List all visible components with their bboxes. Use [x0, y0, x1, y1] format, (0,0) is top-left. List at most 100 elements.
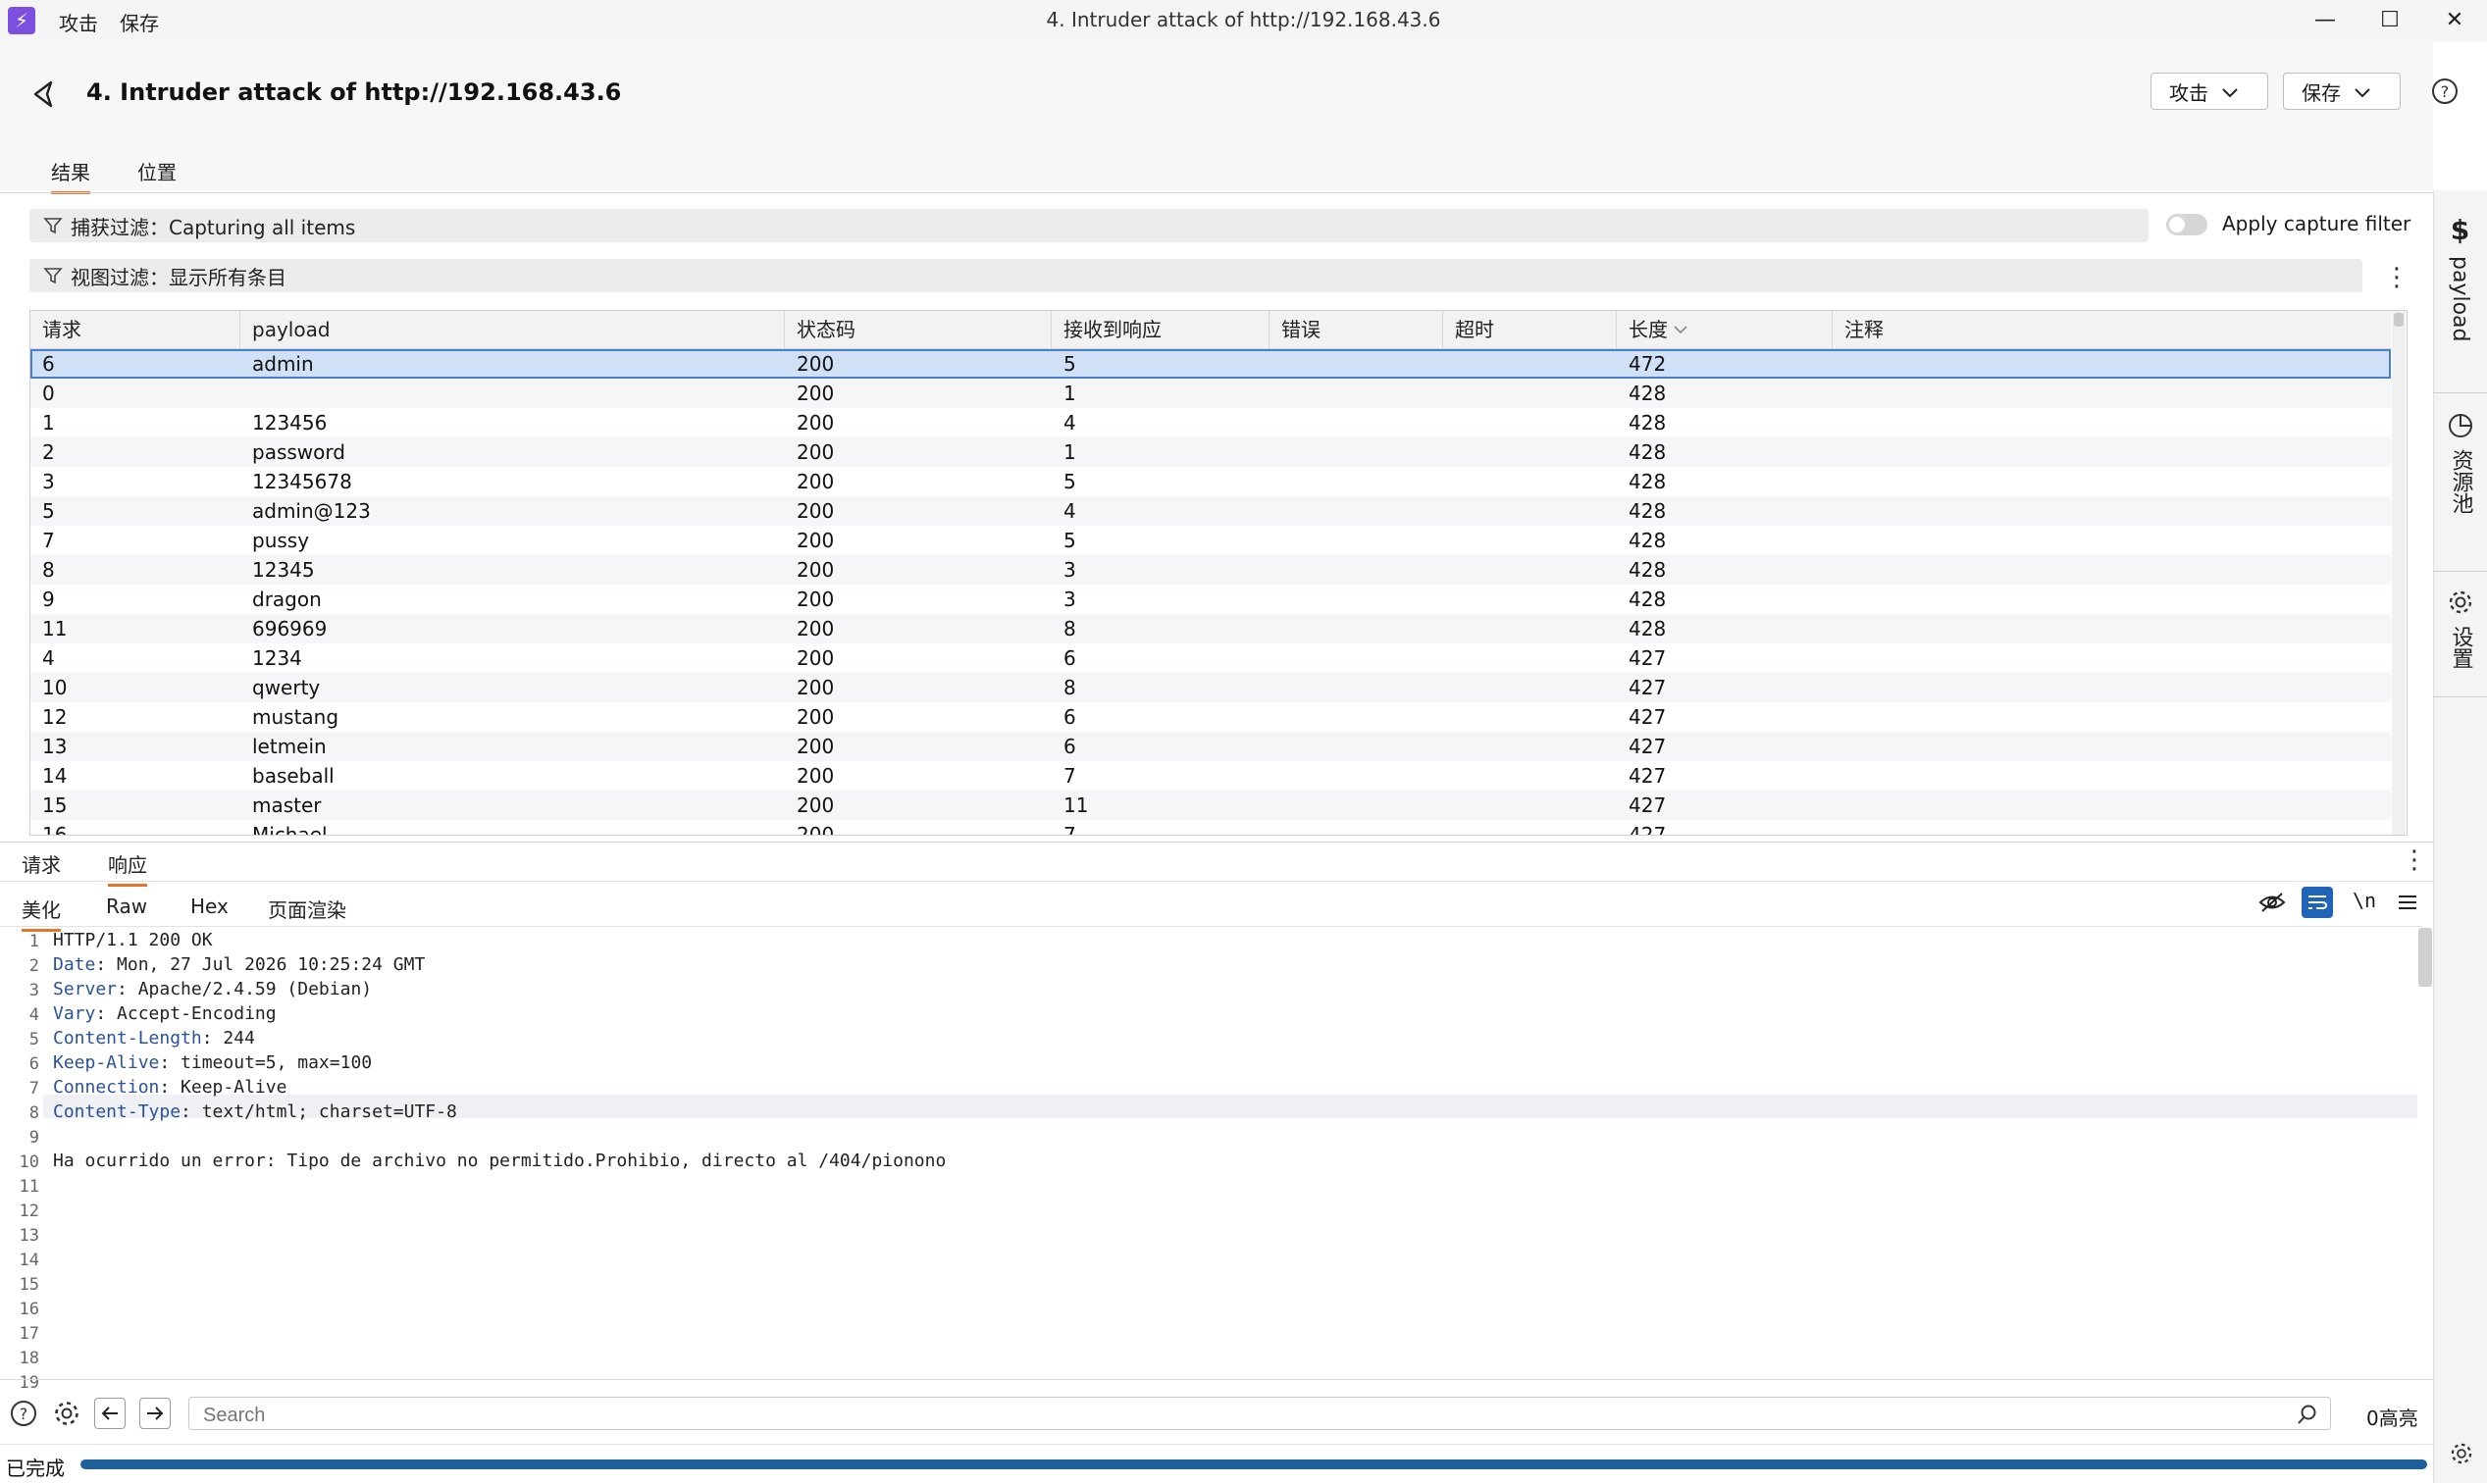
table-row[interactable]: 0 200 1 428: [30, 379, 2391, 408]
window-title: 4. Intruder attack of http://192.168.43.…: [1046, 8, 1441, 31]
search-box[interactable]: [188, 1397, 2331, 1430]
sidebar-divider: [2433, 392, 2487, 393]
cell-request: 2: [42, 440, 55, 464]
subtab-render[interactable]: 页面渲染: [268, 895, 346, 923]
cell-request: 15: [42, 793, 68, 817]
next-match-arrow-icon[interactable]: [139, 1398, 171, 1429]
gear-icon[interactable]: [2446, 1438, 2477, 1469]
code-line: Vary: Accept-Encoding: [53, 1003, 277, 1024]
table-row[interactable]: 14 baseball 200 7 427: [30, 761, 2391, 791]
menu-lines-icon[interactable]: [2392, 887, 2423, 918]
response-editor[interactable]: 1 HTTP/1.1 200 OK 2 Date: Mon, 27 Jul 2026 …: [0, 926, 2423, 1393]
cell-length: 428: [1629, 411, 1667, 435]
table-row[interactable]: 16 Michael 200 7 427: [30, 820, 2391, 835]
table-row[interactable]: 13 letmein 200 6 427: [30, 732, 2391, 761]
header-value: : Apache/2.4.59 (Debian): [117, 979, 373, 999]
subtab-raw[interactable]: Raw: [106, 895, 147, 918]
table-row[interactable]: 11 696969 200 8 428: [30, 614, 2391, 643]
subtab-hex[interactable]: Hex: [190, 895, 229, 918]
sidebar-item-resource-pool[interactable]: 资源池: [2433, 412, 2487, 514]
cell-error: [1269, 349, 1443, 379]
table-row[interactable]: 6 admin 200 5 472: [30, 349, 2391, 379]
editor-divider: [0, 1379, 2433, 1380]
sidebar-divider: [2433, 696, 2487, 697]
table-row[interactable]: 12 mustang 200 6 427: [30, 702, 2391, 732]
table-row[interactable]: 8 12345 200 3 428: [30, 555, 2391, 585]
newline-toggle[interactable]: \n: [2353, 889, 2376, 912]
line-number: 17: [19, 1324, 39, 1344]
column-header-comment[interactable]: 注释: [1833, 311, 2391, 348]
cell-request: 12: [42, 705, 68, 729]
more-options-icon[interactable]: ⋮: [2402, 845, 2427, 875]
table-scrollbar-thumb[interactable]: [2394, 313, 2404, 327]
cell-length: 427: [1629, 793, 1667, 817]
save-button[interactable]: 保存: [2283, 73, 2401, 110]
sidebar-item-settings[interactable]: 设置: [2433, 588, 2487, 669]
cell-length: 427: [1629, 646, 1667, 670]
minimize-button[interactable]: —: [2298, 4, 2353, 37]
table-row[interactable]: 1 123456 200 4 428: [30, 408, 2391, 437]
line-number: 3: [28, 981, 39, 1000]
help-icon[interactable]: ?: [2430, 77, 2460, 106]
editor-scrollbar-thumb[interactable]: [2418, 928, 2432, 987]
view-filter-bar[interactable]: 视图过滤：显示所有条目: [29, 259, 2362, 292]
table-row[interactable]: 5 admin@123 200 4 428: [30, 496, 2391, 526]
right-sidebar: [2433, 190, 2487, 1483]
capture-filter-bar[interactable]: 捕获过滤：Capturing all items: [29, 209, 2149, 242]
cell-comment: [1833, 732, 2391, 761]
progress-bar: [80, 1459, 2427, 1469]
cell-response-received: 5: [1063, 470, 1076, 493]
table-row[interactable]: 7 pussy 200 5 428: [30, 526, 2391, 555]
column-header-request[interactable]: 请求: [30, 311, 240, 348]
panel-tab-request[interactable]: 请求: [22, 849, 61, 878]
line-number: 10: [19, 1152, 39, 1172]
filter-icon: [43, 268, 63, 284]
gear-icon[interactable]: [51, 1398, 82, 1429]
table-row[interactable]: 2 password 200 1 428: [30, 437, 2391, 467]
maximize-button[interactable]: ☐: [2362, 4, 2417, 37]
tab-results[interactable]: 结果: [51, 157, 90, 194]
cell-payload: 12345: [252, 558, 315, 582]
table-row[interactable]: 10 qwerty 200 8 427: [30, 673, 2391, 702]
table-row[interactable]: 9 dragon 200 3 428: [30, 585, 2391, 614]
help-icon[interactable]: ?: [8, 1398, 39, 1429]
column-header-length[interactable]: 长度: [1617, 311, 1833, 348]
table-scrollbar[interactable]: [2392, 311, 2406, 835]
table-row[interactable]: 15 master 200 11 427: [30, 791, 2391, 820]
tab-positions[interactable]: 位置: [137, 157, 177, 191]
sidebar-item-payload[interactable]: $ payload: [2433, 214, 2487, 341]
header-key: Content-Length: [53, 1028, 202, 1049]
cell-timeout: [1443, 702, 1617, 732]
cell-timeout: [1443, 496, 1617, 526]
table-row[interactable]: 4 1234 200 6 427: [30, 643, 2391, 673]
attack-button[interactable]: 攻击: [2150, 73, 2268, 110]
search-input[interactable]: [201, 1402, 2265, 1429]
search-icon[interactable]: [2297, 1404, 2318, 1425]
cell-length: 428: [1629, 470, 1667, 493]
hide-eye-icon[interactable]: [2256, 887, 2288, 918]
cell-status: 200: [797, 411, 835, 435]
cell-length: 427: [1629, 676, 1667, 699]
cell-status: 200: [797, 382, 835, 405]
word-wrap-icon[interactable]: [2302, 887, 2333, 918]
header-key: Server: [53, 979, 118, 999]
back-arrow-icon[interactable]: [27, 77, 63, 112]
cell-request: 11: [42, 617, 68, 640]
column-header-payload[interactable]: payload: [240, 311, 785, 348]
column-header-timeout[interactable]: 超时: [1443, 311, 1617, 348]
cell-response-received: 6: [1063, 705, 1076, 729]
close-button[interactable]: ✕: [2427, 4, 2482, 37]
cell-status: 200: [797, 440, 835, 464]
toggle-knob: [2169, 217, 2185, 232]
previous-match-arrow-icon[interactable]: [94, 1398, 126, 1429]
column-header-error[interactable]: 错误: [1269, 311, 1443, 348]
column-header-response-received[interactable]: 接收到响应: [1052, 311, 1269, 348]
table-row[interactable]: 3 12345678 200 5 428: [30, 467, 2391, 496]
cell-response-received: 11: [1063, 793, 1089, 817]
svg-text:?: ?: [2441, 82, 2450, 101]
line-number: 19: [19, 1373, 39, 1393]
more-options-icon[interactable]: ⋮: [2384, 263, 2409, 292]
column-header-status[interactable]: 状态码: [785, 311, 1052, 348]
header-value: : Mon, 27 Jul 2026 10:25:24 GMT: [95, 954, 426, 975]
header-value: : text/html; charset=UTF-8: [181, 1101, 457, 1122]
